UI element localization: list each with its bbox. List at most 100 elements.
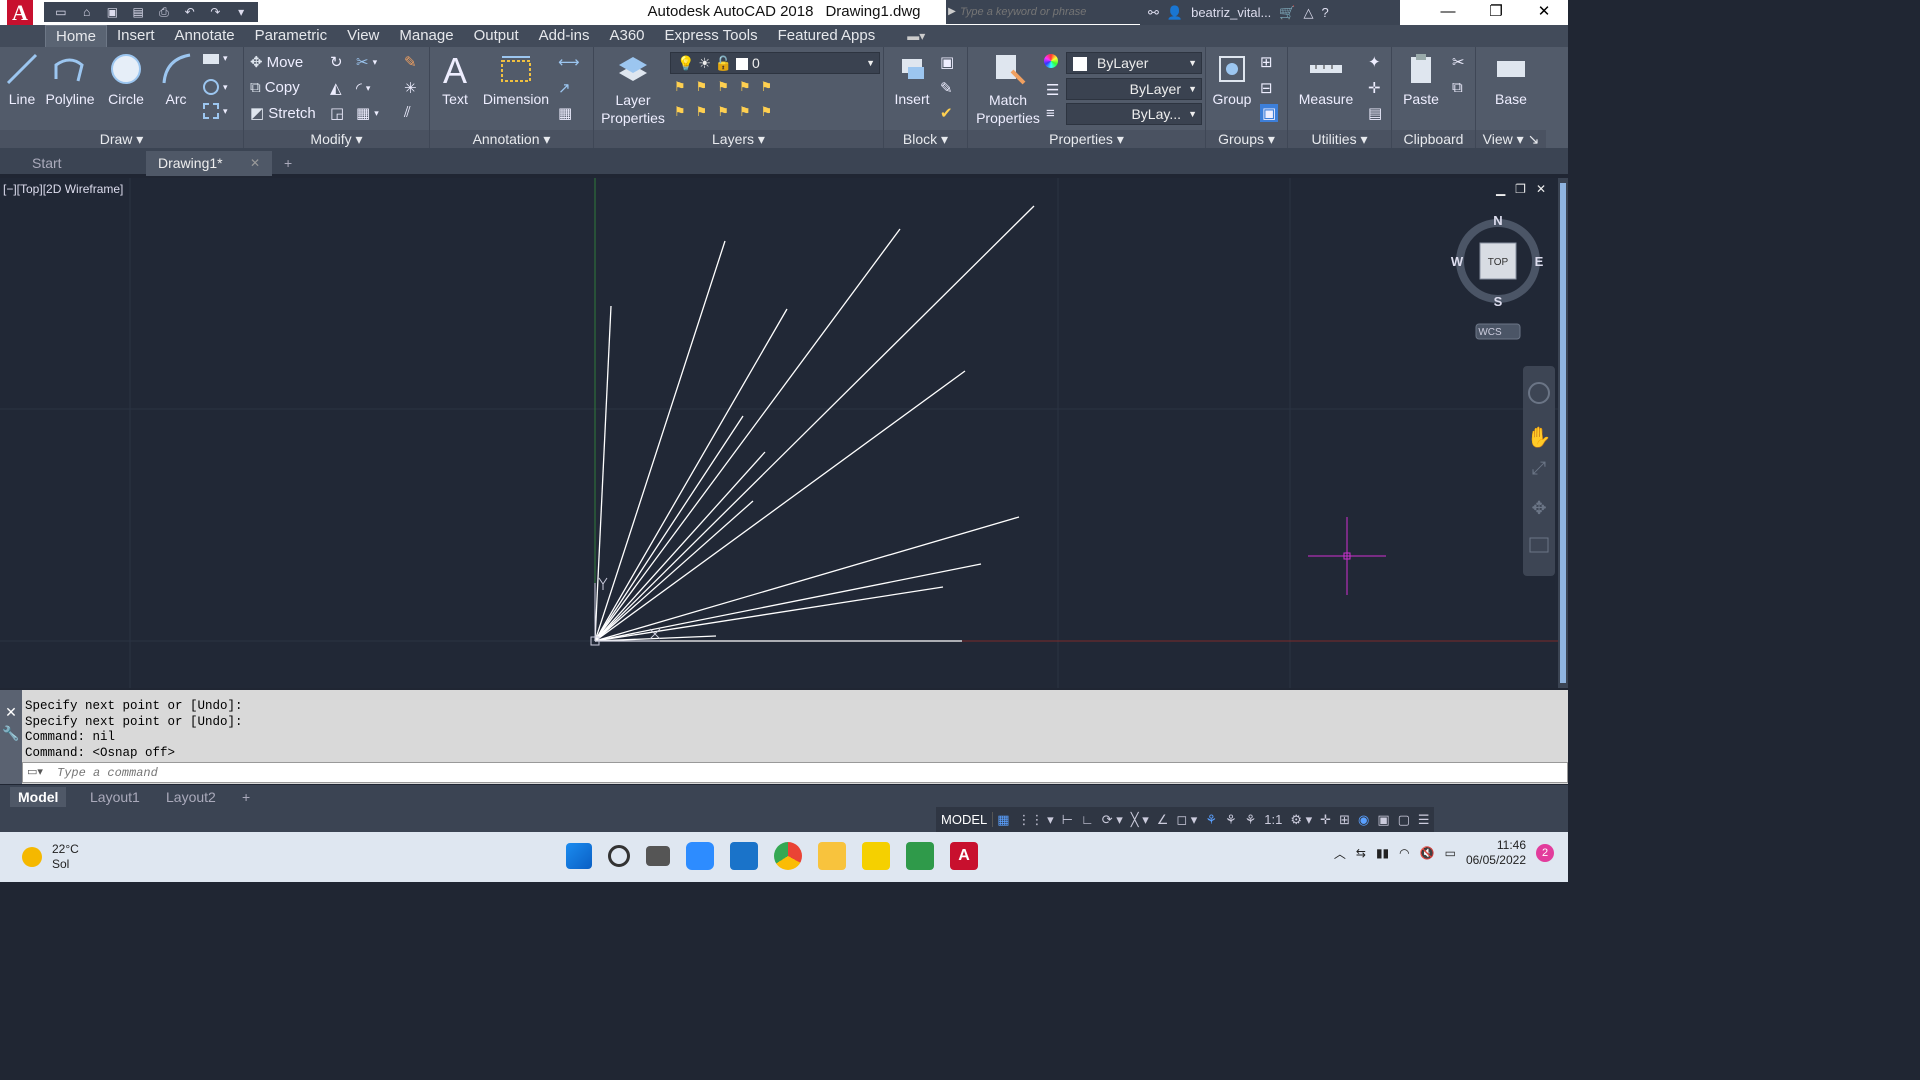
- view-panel-title[interactable]: View ▾ ↘: [1476, 130, 1546, 148]
- clipboard-panel-title[interactable]: Clipboard: [1392, 130, 1475, 148]
- object-snap-icon[interactable]: ◻ ▾: [1172, 812, 1201, 828]
- annotation-visibility-icon[interactable]: ⚘: [1201, 812, 1221, 828]
- task-view-icon[interactable]: [646, 846, 670, 866]
- chrome-icon[interactable]: [774, 842, 802, 870]
- search-expand-icon[interactable]: ▶: [946, 0, 958, 24]
- drawn-line[interactable]: [594, 308, 788, 642]
- lineweight-dropdown[interactable]: ByLay... ▼: [1066, 103, 1202, 125]
- ortho-icon[interactable]: ∟: [1077, 812, 1098, 827]
- help-icon[interactable]: ?: [1321, 5, 1328, 20]
- base-button[interactable]: Base: [1486, 51, 1536, 107]
- drawing-viewport[interactable]: TOP N S E W WCS ✋ ⤢ ✥ [−][Top][2D Wirefr…: [0, 178, 1558, 688]
- calculator-button[interactable]: ▤: [1368, 104, 1382, 122]
- layers-panel-title[interactable]: Layers ▾: [594, 130, 883, 148]
- start-tab[interactable]: Start: [20, 151, 146, 176]
- layer-tools-row1[interactable]: ⚑ ⚑ ⚑ ⚑ ⚑: [674, 79, 772, 95]
- sticky-notes-icon[interactable]: [862, 842, 890, 870]
- annotation-monitor-icon[interactable]: ✛: [1316, 812, 1335, 828]
- group-button[interactable]: Group: [1208, 51, 1256, 107]
- notification-badge[interactable]: 2: [1536, 844, 1554, 862]
- annotation-scale-value[interactable]: 1:1: [1260, 812, 1286, 827]
- copy-button[interactable]: ⧉ Copy: [250, 79, 300, 96]
- drawn-lines[interactable]: [594, 205, 1035, 642]
- drawn-line[interactable]: [594, 516, 1020, 642]
- tab-view[interactable]: View: [337, 25, 389, 47]
- excel-icon[interactable]: [906, 842, 934, 870]
- draw-panel-title[interactable]: Draw ▾: [0, 130, 243, 148]
- wifi-icon[interactable]: ◠: [1399, 846, 1409, 860]
- model-space-button[interactable]: MODEL: [936, 812, 994, 827]
- battery-icon[interactable]: ▭: [1445, 846, 1456, 860]
- minimize-button[interactable]: —: [1424, 0, 1472, 25]
- save-icon[interactable]: ▣: [102, 2, 124, 22]
- zoom-extents-icon[interactable]: ⤢: [1532, 458, 1547, 479]
- viewport-scrollbar[interactable]: [1558, 178, 1568, 688]
- snap-icon[interactable]: ⋮⋮ ▾: [1014, 812, 1058, 828]
- tray-bars-icon[interactable]: ▮▮: [1376, 846, 1389, 860]
- polar-icon[interactable]: ⟳ ▾: [1098, 812, 1127, 828]
- group-selection-button[interactable]: ▣: [1260, 104, 1279, 122]
- text-button[interactable]: A Text: [436, 51, 474, 107]
- annotation-panel-title[interactable]: Annotation ▾: [430, 130, 593, 148]
- ungroup-button[interactable]: ⊞: [1260, 53, 1273, 71]
- units-icon[interactable]: ⊞: [1335, 812, 1354, 828]
- tab-home[interactable]: Home: [45, 25, 108, 47]
- erase-button[interactable]: ✎: [404, 53, 417, 71]
- groups-panel-title[interactable]: Groups ▾: [1206, 130, 1287, 148]
- drawing-tab[interactable]: Drawing1* ✕: [146, 151, 272, 176]
- start-button-icon[interactable]: [566, 843, 592, 869]
- hatch-tool[interactable]: ▾: [203, 79, 228, 95]
- stretch-button[interactable]: ◩ Stretch: [250, 104, 316, 123]
- customization-icon[interactable]: ☰: [1414, 812, 1434, 828]
- grid-icon[interactable]: ▦: [993, 812, 1013, 828]
- pan-icon[interactable]: ✋: [1527, 425, 1552, 449]
- utilities-panel-title[interactable]: Utilities ▾: [1288, 130, 1391, 148]
- command-prompt-icon[interactable]: ▭▾: [27, 765, 43, 778]
- mirror-button[interactable]: ◭: [330, 79, 342, 97]
- tab-annotate[interactable]: Annotate: [165, 25, 245, 47]
- rectangle-tool[interactable]: ▾: [203, 53, 228, 64]
- close-button[interactable]: ✕: [1520, 0, 1568, 25]
- measure-button[interactable]: Measure: [1292, 51, 1360, 107]
- color-dropdown[interactable]: ByLayer ▼: [1066, 52, 1202, 74]
- tab-express-tools[interactable]: Express Tools: [655, 25, 768, 47]
- tab-insert[interactable]: Insert: [107, 25, 165, 47]
- graphics-performance-icon[interactable]: ▣: [1373, 812, 1393, 828]
- clock[interactable]: 11:46 06/05/2022: [1466, 838, 1526, 868]
- drawn-line[interactable]: [594, 563, 982, 642]
- quick-select-button[interactable]: ✦: [1368, 53, 1381, 71]
- drawn-line[interactable]: [594, 205, 1035, 642]
- auto-scale-icon[interactable]: ⚘: [1221, 812, 1241, 828]
- group-edit-button[interactable]: ⊟: [1260, 79, 1273, 97]
- move-button[interactable]: ✥ Move: [250, 53, 303, 72]
- compass-east[interactable]: E: [1535, 254, 1544, 269]
- orbit-icon[interactable]: ✥: [1531, 498, 1546, 519]
- clean-screen-icon[interactable]: ▢: [1394, 812, 1414, 828]
- polyline-button[interactable]: Polyline: [44, 51, 96, 107]
- quick-properties-icon[interactable]: ◉: [1354, 812, 1373, 828]
- id-point-button[interactable]: ✛: [1368, 79, 1381, 97]
- offset-button[interactable]: ⫽: [404, 104, 411, 121]
- viewport-restore-icon[interactable]: ❐: [1515, 182, 1526, 196]
- autocad-taskbar-icon[interactable]: A: [950, 842, 978, 870]
- open-icon[interactable]: ⌂: [76, 2, 98, 22]
- user-name[interactable]: beatriz_vital...: [1191, 5, 1271, 20]
- command-input[interactable]: [57, 764, 1557, 781]
- drawn-line[interactable]: [594, 305, 612, 642]
- tray-app-icon[interactable]: ⇆: [1356, 846, 1366, 860]
- rotate-button[interactable]: ↻: [330, 53, 343, 71]
- line-button[interactable]: Line: [4, 51, 40, 107]
- dimension-button[interactable]: Dimension: [480, 51, 552, 107]
- close-tab-icon[interactable]: ✕: [250, 151, 260, 176]
- block-panel-title[interactable]: Block ▾: [884, 130, 967, 148]
- user-icon[interactable]: 👤: [1167, 5, 1183, 21]
- tab-parametric[interactable]: Parametric: [245, 25, 338, 47]
- search-input[interactable]: [960, 2, 1138, 22]
- weather-widget[interactable]: 22°C Sol: [22, 842, 79, 872]
- mail-icon[interactable]: [730, 842, 758, 870]
- zoom-app-icon[interactable]: [686, 842, 714, 870]
- fillet-button[interactable]: ◜ ▾: [356, 79, 370, 97]
- copy-clip-button[interactable]: ⧉: [1452, 79, 1463, 96]
- application-menu-button[interactable]: A: [0, 0, 40, 26]
- tab-add-ins[interactable]: Add-ins: [529, 25, 600, 47]
